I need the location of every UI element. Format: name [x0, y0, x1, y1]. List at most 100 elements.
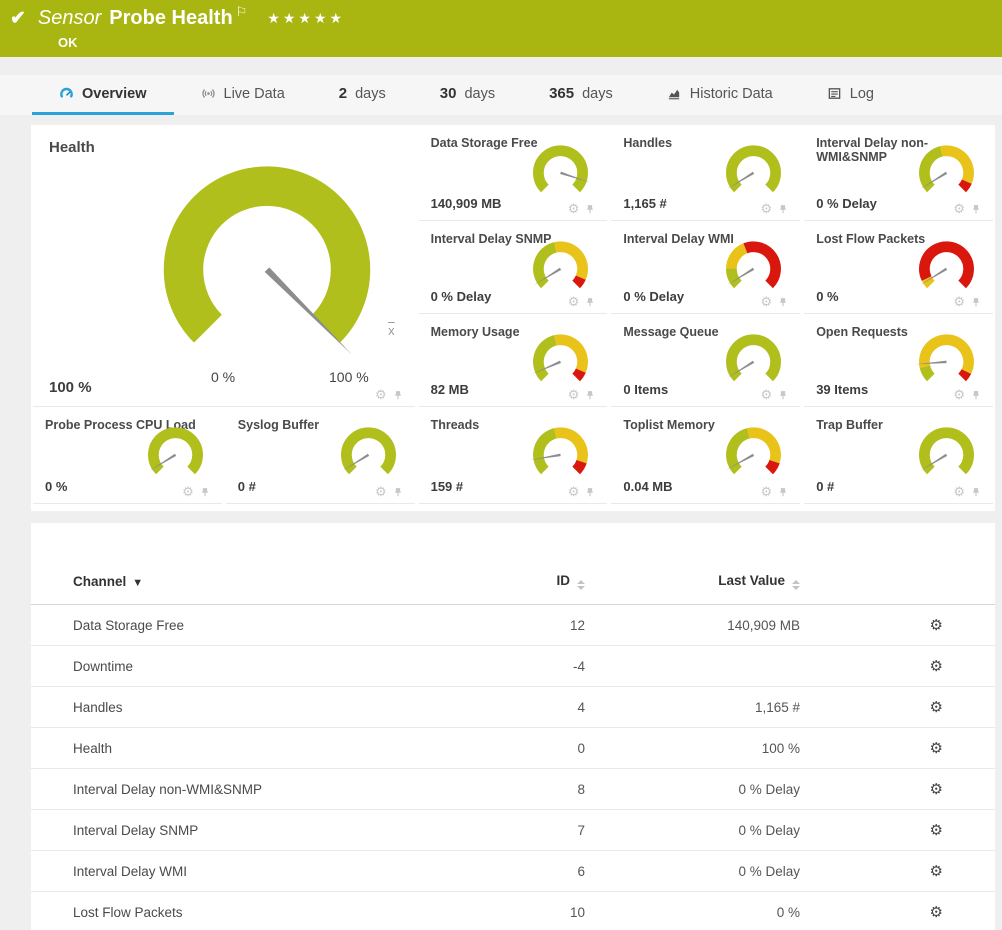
tab-365-days[interactable]: 365 days — [522, 75, 640, 115]
table-row[interactable]: Downtime -4 ⚙ — [31, 646, 995, 687]
gear-icon[interactable]: ⚙ — [568, 388, 580, 401]
tab-bar: Overview Live Data 2 days 30 days 365 da… — [0, 75, 1002, 115]
tab-log[interactable]: Log — [800, 75, 901, 115]
pin-icon[interactable] — [778, 296, 788, 308]
channel-name[interactable]: Downtime — [73, 659, 465, 674]
gear-icon[interactable]: ⚙ — [568, 295, 580, 308]
gauge-value: 0.04 MB — [623, 479, 672, 494]
tab-historic-data[interactable]: Historic Data — [640, 75, 800, 115]
tab-overview[interactable]: Overview — [32, 75, 174, 115]
gear-icon[interactable]: ⚙ — [375, 485, 387, 498]
table-row[interactable]: Interval Delay non-WMI&SNMP 8 0 % Delay … — [31, 769, 995, 810]
gauge-value: 0 Items — [623, 382, 668, 397]
channel-name[interactable]: Interval Delay WMI — [73, 864, 465, 879]
sensor-header: ✔ Sensor Probe Health ⚐ ★★★★★ OK — [0, 0, 1002, 57]
channel-settings-icon[interactable]: ⚙ — [930, 781, 943, 798]
table-row[interactable]: Data Storage Free 12 140,909 MB ⚙ — [31, 605, 995, 646]
pin-icon[interactable] — [778, 486, 788, 498]
gear-icon[interactable]: ⚙ — [375, 388, 387, 401]
pin-icon[interactable] — [971, 389, 981, 401]
average-marker-icon: x — [388, 323, 395, 338]
gauge-value: 0 % Delay — [431, 289, 492, 304]
gauge-value: 0 % Delay — [623, 289, 684, 304]
pin-icon[interactable] — [393, 389, 403, 401]
gear-icon[interactable]: ⚙ — [761, 485, 773, 498]
priority-stars[interactable]: ★★★★★ — [267, 10, 345, 27]
gear-icon[interactable]: ⚙ — [761, 295, 773, 308]
pin-icon[interactable] — [585, 296, 595, 308]
pin-icon[interactable] — [393, 486, 403, 498]
gauge-tile-lost-flow-packets: Lost Flow Packets 0 % ⚙ — [804, 221, 993, 314]
gauge-value: 0 % — [816, 289, 838, 304]
gauge-tile-trap-buffer: Trap Buffer 0 # ⚙ — [804, 407, 993, 504]
channel-settings-icon[interactable]: ⚙ — [930, 904, 943, 921]
pin-icon[interactable] — [585, 203, 595, 215]
channel-name[interactable]: Health — [73, 741, 465, 756]
table-row[interactable]: Health 0 100 % ⚙ — [31, 728, 995, 769]
channel-name[interactable]: Data Storage Free — [73, 618, 465, 633]
channel-settings-icon[interactable]: ⚙ — [930, 822, 943, 839]
status-badge: OK — [58, 35, 78, 50]
channel-name[interactable]: Interval Delay non-WMI&SNMP — [73, 782, 465, 797]
gear-icon[interactable]: ⚙ — [568, 202, 580, 215]
channel-last-value: 0 % Delay — [595, 823, 810, 838]
pin-icon[interactable] — [971, 296, 981, 308]
sensor-kind-label: Sensor — [38, 7, 101, 30]
gear-icon[interactable]: ⚙ — [953, 388, 965, 401]
pin-icon[interactable] — [778, 389, 788, 401]
pin-icon[interactable] — [971, 203, 981, 215]
pin-icon[interactable] — [585, 389, 595, 401]
channel-id: 7 — [465, 823, 595, 838]
health-gauge-dial — [151, 149, 383, 381]
gauge-tile-open-requests: Open Requests 39 Items ⚙ — [804, 314, 993, 407]
gauge-tile-threads: Threads 159 # ⚙ — [419, 407, 608, 504]
channel-name[interactable]: Handles — [73, 700, 465, 715]
column-header-channel[interactable]: Channel▼ — [73, 574, 465, 589]
log-icon — [827, 86, 842, 101]
table-row[interactable]: Interval Delay WMI 6 0 % Delay ⚙ — [31, 851, 995, 892]
gauge-max-label: 100 % — [329, 369, 369, 385]
sort-caret-icon: ▼ — [132, 577, 143, 589]
tab-30-days[interactable]: 30 days — [413, 75, 522, 115]
channel-id: 10 — [465, 905, 595, 920]
channel-name[interactable]: Interval Delay SNMP — [73, 823, 465, 838]
pin-icon[interactable] — [200, 486, 210, 498]
gear-icon[interactable]: ⚙ — [182, 485, 194, 498]
channel-settings-icon[interactable]: ⚙ — [930, 699, 943, 716]
gauge-tile-interval-delay-snmp: Interval Delay SNMP 0 % Delay ⚙ — [419, 221, 608, 314]
tab-2-days[interactable]: 2 days — [312, 75, 413, 115]
gauge-value: 140,909 MB — [431, 196, 502, 211]
flag-icon[interactable]: ⚐ — [236, 4, 248, 20]
gear-icon[interactable]: ⚙ — [568, 485, 580, 498]
pin-icon[interactable] — [971, 486, 981, 498]
column-header-last-value[interactable]: Last Value — [595, 573, 810, 590]
gauge-min-label: 0 % — [211, 369, 235, 385]
table-row[interactable]: Handles 4 1,165 # ⚙ — [31, 687, 995, 728]
gauge-value: 39 Items — [816, 382, 868, 397]
channel-last-value: 100 % — [595, 741, 810, 756]
gear-icon[interactable]: ⚙ — [761, 388, 773, 401]
channel-last-value: 0 % Delay — [595, 782, 810, 797]
gauge-dial — [527, 420, 594, 487]
gear-icon[interactable]: ⚙ — [953, 202, 965, 215]
broadcast-icon — [201, 86, 216, 101]
gear-icon[interactable]: ⚙ — [953, 295, 965, 308]
gear-icon[interactable]: ⚙ — [761, 202, 773, 215]
channel-id: 6 — [465, 864, 595, 879]
channel-settings-icon[interactable]: ⚙ — [930, 740, 943, 757]
gauge-dial — [527, 234, 594, 301]
column-header-id[interactable]: ID — [465, 573, 595, 590]
channel-id: 8 — [465, 782, 595, 797]
pin-icon[interactable] — [585, 486, 595, 498]
table-row[interactable]: Lost Flow Packets 10 0 % ⚙ — [31, 892, 995, 930]
gear-icon[interactable]: ⚙ — [953, 485, 965, 498]
tab-live-data[interactable]: Live Data — [174, 75, 312, 115]
channel-settings-icon[interactable]: ⚙ — [930, 617, 943, 634]
channel-name[interactable]: Lost Flow Packets — [73, 905, 465, 920]
health-gauge-tile: Health x 0 % 100 % 100 % ⚙ — [33, 125, 415, 407]
pin-icon[interactable] — [778, 203, 788, 215]
channel-settings-icon[interactable]: ⚙ — [930, 658, 943, 675]
gauge-dial — [720, 138, 787, 205]
channel-settings-icon[interactable]: ⚙ — [930, 863, 943, 880]
table-row[interactable]: Interval Delay SNMP 7 0 % Delay ⚙ — [31, 810, 995, 851]
